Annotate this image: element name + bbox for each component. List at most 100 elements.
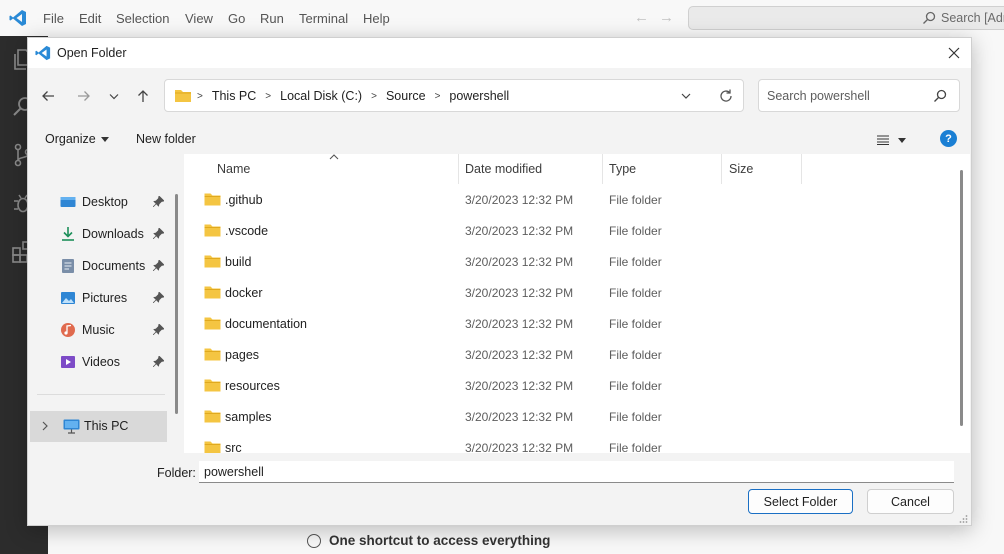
select-folder-button[interactable]: Select Folder [748, 489, 853, 514]
nav-item-music[interactable]: Music [60, 319, 168, 341]
nav-item-videos[interactable]: Videos [60, 351, 168, 373]
breadcrumb-local-disk[interactable]: Local Disk (C:) [280, 89, 362, 103]
file-row[interactable]: resources 3/20/2023 12:32 PM File folder [184, 370, 954, 401]
pin-icon[interactable] [153, 292, 164, 303]
help-button[interactable]: ? [940, 130, 957, 147]
file-row[interactable]: src 3/20/2023 12:32 PM File folder [184, 432, 954, 453]
breadcrumb-separator-icon[interactable]: > [435, 91, 441, 102]
file-date: 3/20/2023 12:32 PM [465, 224, 574, 238]
caret-down-icon [898, 137, 906, 143]
breadcrumb-this-pc[interactable]: This PC [212, 89, 256, 103]
search-box[interactable]: Search powershell [758, 79, 960, 112]
menu-help[interactable]: Help [363, 11, 390, 26]
nav-item-this-pc[interactable]: This PC [30, 411, 167, 442]
cancel-button[interactable]: Cancel [867, 489, 954, 514]
chevron-right-icon[interactable] [40, 420, 50, 432]
file-name: documentation [225, 317, 308, 331]
desktop-icon [60, 197, 76, 207]
file-name: .vscode [225, 224, 269, 238]
view-options-button[interactable] [877, 131, 917, 149]
folder-name-input[interactable] [199, 461, 954, 483]
pin-icon[interactable] [153, 356, 164, 367]
file-row[interactable]: build 3/20/2023 12:32 PM File folder [184, 246, 954, 277]
file-list: Name Date modified Type Size .github 3/20… [184, 154, 970, 453]
nav-item-label: Documents [82, 259, 146, 273]
breadcrumb-separator-icon[interactable]: > [371, 91, 377, 102]
walkthrough-item[interactable]: One shortcut to access everything [307, 533, 550, 548]
search-icon [934, 89, 947, 102]
navigation-row: > This PC > Local Disk (C:) > Source > p… [28, 68, 971, 124]
resize-grip-icon[interactable] [958, 514, 968, 524]
refresh-icon[interactable] [718, 88, 734, 104]
pin-icon[interactable] [153, 228, 164, 239]
column-label: Name [217, 162, 251, 176]
file-list-scrollbar[interactable] [960, 170, 963, 426]
chevron-down-icon[interactable] [679, 89, 693, 103]
search-icon [923, 11, 936, 24]
menu-edit[interactable]: Edit [79, 11, 101, 26]
vscode-logo-icon [35, 45, 51, 61]
file-type: File folder [609, 255, 662, 269]
breadcrumb-source[interactable]: Source [386, 89, 426, 103]
menu-run[interactable]: Run [260, 11, 284, 26]
back-button[interactable] [38, 86, 58, 106]
menu-view[interactable]: View [185, 11, 213, 26]
vscode-menubar: File Edit Selection View Go Run Terminal… [0, 0, 1004, 36]
file-row[interactable]: .github 3/20/2023 12:32 PM File folder [184, 184, 954, 215]
nav-item-desktop[interactable]: Desktop [60, 191, 168, 213]
nav-scrollbar[interactable] [175, 194, 178, 414]
folder-icon [175, 90, 191, 102]
column-divider[interactable] [602, 154, 603, 184]
file-row[interactable]: pages 3/20/2023 12:32 PM File folder [184, 339, 954, 370]
pin-icon[interactable] [153, 260, 164, 271]
recent-locations-button[interactable] [104, 86, 124, 106]
menu-selection[interactable]: Selection [116, 11, 169, 26]
walkthrough-item-label: One shortcut to access everything [329, 533, 551, 548]
pictures-icon [61, 292, 75, 304]
file-row[interactable]: samples 3/20/2023 12:32 PM File folder [184, 401, 954, 432]
pin-icon[interactable] [153, 324, 164, 335]
column-header-type[interactable]: Type [609, 154, 719, 184]
breadcrumb-separator-icon[interactable]: > [265, 91, 271, 102]
file-row[interactable]: docker 3/20/2023 12:32 PM File folder [184, 277, 954, 308]
command-center-search[interactable]: Search [Adm [688, 6, 1004, 30]
file-type: File folder [609, 317, 662, 331]
file-type: File folder [609, 379, 662, 393]
column-header-date[interactable]: Date modified [465, 154, 605, 184]
forward-button[interactable] [74, 86, 94, 106]
forward-arrow-icon[interactable]: → [659, 9, 674, 26]
menu-file[interactable]: File [43, 11, 64, 26]
dialog-titlebar: Open Folder [28, 38, 971, 68]
folder-icon [204, 440, 221, 453]
file-name: pages [225, 348, 260, 362]
breadcrumb-powershell[interactable]: powershell [449, 89, 509, 103]
column-header-name[interactable]: Name [217, 154, 457, 184]
radio-icon[interactable] [307, 533, 321, 548]
menu-go[interactable]: Go [228, 11, 245, 26]
file-row[interactable]: documentation 3/20/2023 12:32 PM File fold… [184, 308, 954, 339]
nav-item-label: This PC [84, 419, 129, 433]
back-arrow-icon [42, 91, 54, 101]
search-placeholder: Search powershell [767, 89, 870, 103]
nav-item-documents[interactable]: Documents [60, 255, 168, 277]
vscode-logo-icon [9, 10, 26, 26]
new-folder-button[interactable]: New folder [136, 132, 196, 146]
column-header-size[interactable]: Size [729, 154, 799, 184]
back-arrow-icon[interactable]: ← [634, 9, 649, 26]
nav-item-downloads[interactable]: Downloads [60, 223, 168, 245]
file-row[interactable]: .vscode 3/20/2023 12:32 PM File folder [184, 215, 954, 246]
close-button[interactable] [943, 43, 965, 63]
command-bar: Organize New folder ? [28, 124, 971, 154]
pin-icon[interactable] [153, 196, 164, 207]
organize-button[interactable]: Organize [45, 132, 109, 146]
nav-item-label: Pictures [82, 291, 128, 305]
column-divider[interactable] [458, 154, 459, 184]
nav-item-pictures[interactable]: Pictures [60, 287, 168, 309]
folder-icon [204, 378, 221, 392]
up-arrow-icon [138, 90, 148, 102]
column-divider[interactable] [801, 154, 802, 184]
menu-terminal[interactable]: Terminal [299, 11, 348, 26]
up-button[interactable] [133, 86, 153, 106]
column-divider[interactable] [721, 154, 722, 184]
address-bar[interactable]: > This PC > Local Disk (C:) > Source > p… [164, 79, 744, 112]
